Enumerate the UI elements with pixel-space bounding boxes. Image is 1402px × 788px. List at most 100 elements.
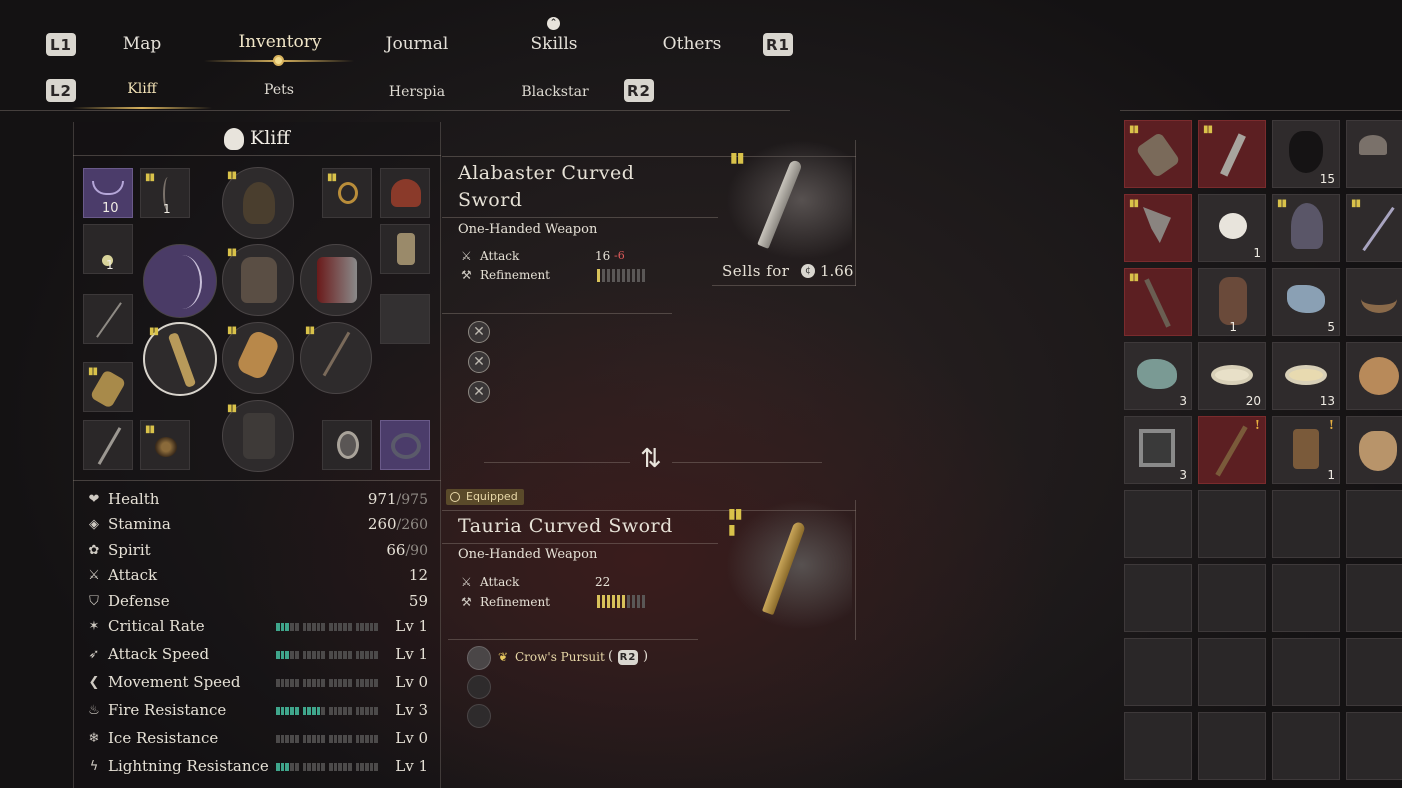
bar-segment [276,763,280,771]
inventory-slot-ore[interactable]: 5 [1272,268,1340,336]
sword-slot[interactable] [83,420,133,470]
bar-segment [307,763,311,771]
inventory-slot-empty[interactable] [1198,490,1266,558]
tab-others[interactable]: Others [652,34,732,54]
stat-value: 12 [408,566,428,584]
inventory-slot-torch[interactable]: ▮▮ [1198,120,1266,188]
offhand-gear-slot[interactable]: ▮▮ [300,322,372,394]
bar-segment [360,735,364,743]
inventory-slot-sack[interactable] [1346,416,1402,484]
inventory-slot-mushroom[interactable] [1346,120,1402,188]
stats-divider [73,480,441,481]
inventory-slot-pouch[interactable]: 15 [1272,120,1340,188]
r1-key[interactable]: R1 [763,33,793,56]
tier-marker: ▮▮ [1203,124,1213,135]
inventory-slot-empty[interactable] [1198,712,1266,780]
l1-key[interactable]: L1 [46,33,76,56]
tab-inventory[interactable]: Inventory [226,32,334,52]
necklace-icon [92,181,124,195]
armor-gear-slot[interactable]: ▮▮ [222,244,294,316]
bar-segment [343,735,347,743]
item-count: 13 [1319,394,1335,408]
gloves-gear-slot[interactable]: ▮▮ [222,322,294,394]
bar-segment [302,623,307,631]
subtab-pets[interactable]: Pets [246,82,312,98]
stat-label: Stamina [108,515,171,533]
subtab-kliff[interactable]: Kliff [106,81,178,97]
bar-segment [307,651,311,659]
empty-socket-icon: ✕ [468,351,490,373]
potion-slot[interactable]: 1 [83,224,133,274]
inventory-slot-stew[interactable]: 13 [1272,342,1340,410]
inventory-slot-empty[interactable] [1272,712,1340,780]
inventory-slot-empty[interactable] [1346,490,1402,558]
inventory-slot-empty[interactable] [1124,712,1192,780]
cloak-gear-slot[interactable] [300,244,372,316]
sword-stat-icon: ⚔ [88,567,100,583]
selected-refinement-label: Refinement [480,268,551,282]
bar-segment [307,707,311,715]
inventory-slot-axe[interactable]: ▮▮ [1124,194,1192,262]
ring-slot[interactable]: ▮▮ [322,168,372,218]
skill-key-r2[interactable]: R2 [618,650,638,665]
item-name-divider [442,217,718,218]
inventory-slot-staff[interactable]: ▮▮ [1124,268,1192,336]
inventory-slot-hood[interactable]: ▮▮ [1272,194,1340,262]
inventory-slot-barrel[interactable]: ! 1 [1272,416,1340,484]
spear-slot[interactable] [83,294,133,344]
boots-gear-slot[interactable]: ▮▮ [222,400,294,472]
inventory-slot-empty[interactable] [1124,490,1192,558]
bow-slot[interactable]: ▮▮ 1 [140,168,190,218]
inventory-slot-empty[interactable] [1198,638,1266,706]
inventory-slot-empty[interactable] [1272,564,1340,632]
inventory-slot-empty[interactable] [1198,564,1266,632]
inventory-top-divider [1120,110,1402,111]
inventory-slot-rifle[interactable]: ! [1198,416,1266,484]
bow-gear-slot[interactable] [143,244,217,318]
inventory-slot-coin[interactable]: 2 [1346,342,1402,410]
empty-socket-icon: ✕ [468,381,490,403]
inventory-slot-horn[interactable] [1346,268,1402,336]
inventory-slot-soup[interactable]: 20 [1198,342,1266,410]
inventory-slot-armor[interactable]: 1 [1198,268,1266,336]
gems-slot[interactable]: ▮▮ [140,420,190,470]
armor-item-icon [1219,277,1247,325]
staff-icon [1144,278,1171,328]
inventory-slot-cotton[interactable]: 1 [1198,194,1266,262]
lantern-slot[interactable] [380,224,430,274]
inventory-slot-cage[interactable]: 3 [1124,416,1192,484]
bar-segment [369,623,374,631]
bar-segment [302,707,307,715]
tab-skills[interactable]: Skills [516,34,592,54]
amulet-slot[interactable] [322,420,372,470]
inventory-slot-empty[interactable] [1272,490,1340,558]
inventory-slot-empty[interactable] [1346,638,1402,706]
bracer-slot[interactable]: ▮▮ [83,362,133,412]
refinement-segment [597,595,600,608]
inventory-slot-empty[interactable] [1124,564,1192,632]
stat-label: Movement Speed [108,673,241,691]
necklace-slot[interactable]: 10 [83,168,133,218]
inventory-slot-cannon[interactable]: ▮▮ [1124,120,1192,188]
bar-segment [347,623,352,631]
l2-key[interactable]: L2 [46,79,76,102]
head-gear-slot[interactable]: ▮▮ [222,167,294,239]
inventory-slot-empty[interactable] [1346,564,1402,632]
lightning-icon: ϟ [89,758,99,774]
empty-slot[interactable] [380,294,430,344]
weapon-gear-slot[interactable]: ▮▮ [143,322,217,396]
inventory-slot-empty[interactable] [1346,712,1402,780]
inventory-slot-stone[interactable]: 3 [1124,342,1192,410]
subtab-herspia[interactable]: Herspia [376,84,458,100]
inventory-slot-empty[interactable] [1124,638,1192,706]
r2-key[interactable]: R2 [624,79,654,102]
helmet-slot[interactable] [380,168,430,218]
item-card-bottom [712,285,856,286]
tab-journal[interactable]: Journal [372,34,462,54]
subtab-blackstar[interactable]: Blackstar [510,84,600,100]
inventory-slot-empty[interactable] [1272,638,1340,706]
bracelet-slot[interactable] [380,420,430,470]
necklace-count: 10 [102,201,119,216]
inventory-slot-spear[interactable]: ▮▮ [1346,194,1402,262]
tab-map[interactable]: Map [106,34,178,54]
